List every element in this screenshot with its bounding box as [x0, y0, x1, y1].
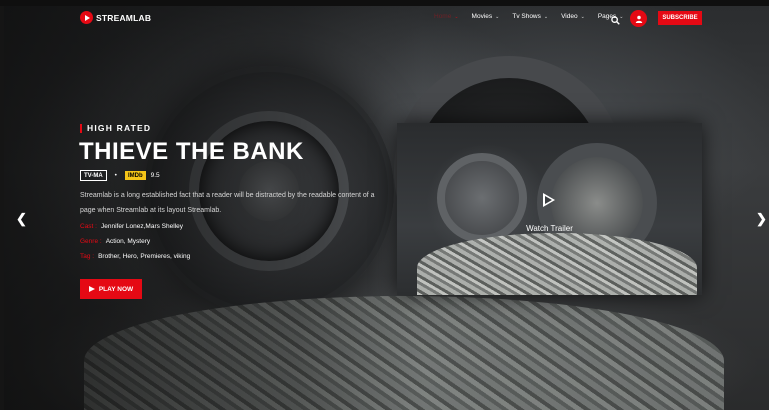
nav-item-label: Video	[561, 13, 578, 20]
play-icon-inner	[545, 196, 552, 204]
site-header: STREAMLAB Home ⌄ Movies ⌄ Tv Shows ⌄ Vid…	[0, 0, 769, 36]
tag-row: Tag : Brother, Hero, Premieres, viking	[80, 253, 190, 260]
search-icon[interactable]	[611, 12, 620, 25]
chevron-left-icon[interactable]: ❮	[16, 211, 27, 227]
chevron-down-icon: ⌄	[495, 13, 500, 20]
cast-value: Jennifer Lonez,Mars Shelley	[100, 223, 183, 230]
nav-item-label: Home	[434, 13, 452, 20]
genre-row: Genre : Action, Mystery	[80, 238, 150, 245]
tag-label: Tag :	[80, 253, 95, 260]
tag-accent-bar	[80, 123, 82, 133]
imdb-logo: IMDb	[124, 171, 146, 180]
nav-item-label: Tv Shows	[512, 13, 541, 20]
hero-meta: TV-MA • IMDb 9.5	[80, 170, 160, 181]
hero-tag: HIGH RATED	[80, 123, 151, 133]
nav-item-tv-shows[interactable]: Tv Shows ⌄	[512, 13, 548, 20]
nav-item-label: Movies	[471, 13, 493, 20]
chevron-down-icon: ⌄	[543, 13, 549, 20]
chevron-down-icon: ⌄	[580, 13, 585, 20]
nav-item-video[interactable]: Video ⌄	[561, 13, 585, 20]
genre-label: Genre :	[80, 238, 102, 245]
play-now-label: PLAY NOW	[98, 285, 134, 293]
trailer-money-image	[417, 233, 697, 295]
imdb-score: 9.5	[150, 172, 160, 179]
logo-play-icon	[80, 11, 93, 24]
meta-separator: •	[114, 172, 117, 179]
main-nav: Home ⌄ Movies ⌄ Tv Shows ⌄ Video ⌄ Pages…	[434, 13, 636, 20]
chevron-down-icon: ⌄	[454, 13, 459, 20]
hero-description: Streamlab is a long established fact tha…	[80, 192, 375, 214]
chevron-right-icon[interactable]: ❯	[756, 211, 767, 227]
play-icon	[88, 286, 95, 292]
content-rating-badge: TV-MA	[80, 170, 107, 181]
genre-value: Action, Mystery	[105, 238, 151, 245]
logo-text: STREAMLAB	[96, 12, 152, 23]
cast-label: Cast :	[80, 223, 97, 230]
subscribe-button[interactable]: SUBSCRIBE	[658, 11, 702, 25]
hero-title: THIEVE THE BANK	[79, 138, 304, 165]
nav-item-home[interactable]: Home ⌄	[434, 13, 459, 20]
watch-trailer-label[interactable]: Watch Trailer	[397, 224, 702, 233]
nav-item-movies[interactable]: Movies ⌄	[472, 13, 500, 20]
play-now-button[interactable]: PLAY NOW	[80, 279, 142, 299]
hero-tag-text: HIGH RATED	[87, 123, 152, 133]
logo[interactable]: STREAMLAB	[80, 11, 151, 24]
trailer-card[interactable]: Watch Trailer	[397, 123, 702, 295]
user-icon[interactable]	[630, 10, 647, 27]
cast-row: Cast : Jennifer Lonez,Mars Shelley	[80, 223, 183, 230]
tag-value: Brother, Hero, Premieres, viking	[98, 253, 191, 260]
